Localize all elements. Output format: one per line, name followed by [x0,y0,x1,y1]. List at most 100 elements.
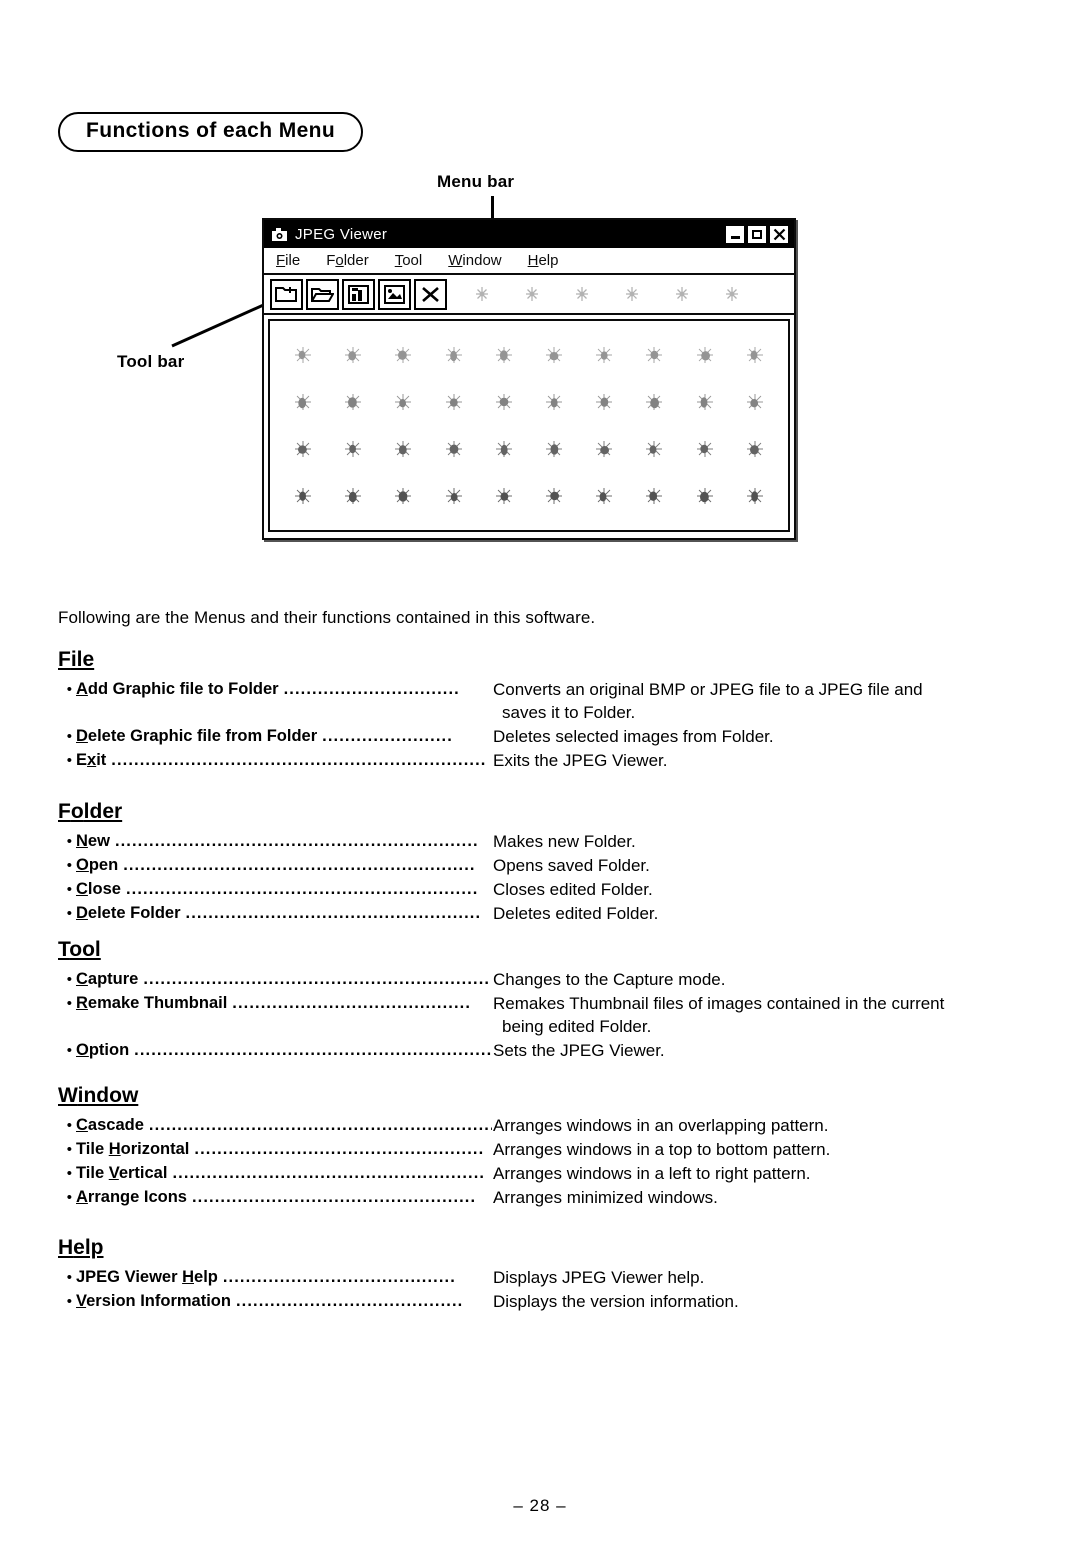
thumbnail-item[interactable] [494,392,514,412]
thumbnail-item[interactable] [594,486,614,506]
menu-entry: • Delete Folder..........................… [50,902,1030,925]
menu-entry-description: Arranges windows in a top to bottom patt… [493,1140,831,1159]
menu-entry-label: Tile Vertical [76,1164,168,1182]
menu-entry-label-col: Capture.................................… [72,968,492,991]
section-tool: Tool • Capture............................… [50,938,1030,1062]
thumbnail-item[interactable] [644,392,664,412]
menu-entry-label-col: Delete Graphic file from Folder.........… [72,725,492,748]
menu-entry-label: Capture [76,970,139,988]
ghost-icon [526,287,538,301]
bullet-icon: • [66,728,72,745]
thumbnail-item[interactable] [293,392,313,412]
tool-bar[interactable] [264,275,794,315]
toolbar-ghost-icons [474,286,794,302]
menu-entry: • Open...................................… [50,854,1030,877]
thumbnail-item[interactable] [444,486,464,506]
capture-icon[interactable] [378,278,411,310]
thumbnail-item[interactable] [695,345,715,365]
menu-entry: • Tile Vertical..........................… [50,1162,1030,1185]
menu-entry-label: Delete Folder [76,904,181,922]
thumbnail-item[interactable] [494,345,514,365]
thumbnail-item[interactable] [393,486,413,506]
menu-item-help[interactable]: Help [528,252,559,269]
new-folder-icon[interactable] [270,278,303,310]
leader-dots: ........................................ [235,1292,464,1310]
thumbnail-item[interactable] [343,439,363,459]
thumbnail-item[interactable] [594,439,614,459]
add-graphic-icon[interactable] [342,278,375,310]
menu-item-window[interactable]: Window [448,252,501,269]
camera-icon [271,226,288,243]
thumbnail-item[interactable] [494,439,514,459]
thumbnail-item[interactable] [444,439,464,459]
thumbnail-item[interactable] [644,345,664,365]
menu-item-file[interactable]: File [276,252,300,269]
thumbnail-item[interactable] [544,392,564,412]
thumbnail-item[interactable] [293,439,313,459]
menu-entry-label: Open [76,856,119,874]
thumbnail-item[interactable] [594,392,614,412]
bullet-icon: • [66,1269,72,1286]
bullet-icon: • [66,1189,72,1206]
thumbnail-item[interactable] [745,486,765,506]
menu-entry-description: Converts an original BMP or JPEG file to… [493,680,923,699]
close-button[interactable] [769,224,789,244]
menu-entry-description: Sets the JPEG Viewer. [493,1041,665,1060]
bullet-icon: • [66,1165,72,1182]
thumbnail-item[interactable] [544,439,564,459]
menu-entry-label: Close [76,880,121,898]
window-controls [725,224,789,244]
menu-entry-label: Option [76,1041,130,1059]
menu-entry-label-col: Add Graphic file to Folder..............… [72,678,492,701]
menu-entry-label-col: Delete Folder...........................… [72,902,492,925]
thumbnail-item[interactable] [293,486,313,506]
menu-item-folder[interactable]: Folder [326,252,369,269]
section-help: Help • JPEG Viewer Help...................… [50,1236,1030,1313]
thumbnail-item[interactable] [544,486,564,506]
delete-icon[interactable] [414,278,447,310]
thumbnail-item[interactable] [644,439,664,459]
menu-entry-label-col: Close...................................… [72,878,492,901]
thumbnail-item[interactable] [695,439,715,459]
menu-entry: • Close..................................… [50,878,1030,901]
thumbnail-item[interactable] [393,439,413,459]
thumbnail-item[interactable] [343,345,363,365]
menu-bar[interactable]: File Folder Tool Window Help [264,248,794,275]
minimize-button[interactable] [725,224,745,244]
thumbnail-item[interactable] [745,392,765,412]
thumbnail-item[interactable] [494,486,514,506]
thumbnail-item[interactable] [393,345,413,365]
thumbnail-item[interactable] [444,345,464,365]
section-heading-window: Window [58,1084,139,1107]
menu-entry-description: Arranges windows in an overlapping patte… [493,1116,829,1135]
menu-entry: • Capture................................… [50,968,1030,991]
thumbnail-item[interactable] [644,486,664,506]
menu-entry-label-col: Tile Horizontal.........................… [72,1138,492,1161]
thumbnail-item[interactable] [393,392,413,412]
window-titlebar: JPEG Viewer [264,220,794,248]
thumbnail-item[interactable] [343,486,363,506]
menu-item-tool[interactable]: Tool [395,252,423,269]
thumbnail-item[interactable] [695,392,715,412]
page-number: – 28 – [513,1496,567,1515]
leader-dots: ........................................… [172,1164,486,1182]
thumbnail-item[interactable] [293,345,313,365]
maximize-button[interactable] [747,224,767,244]
menu-entry-label: Tile Horizontal [76,1140,190,1158]
thumbnail-item[interactable] [695,486,715,506]
thumbnail-item[interactable] [594,345,614,365]
open-folder-icon[interactable] [306,278,339,310]
thumbnail-item[interactable] [444,392,464,412]
menu-entry-label: Remake Thumbnail [76,994,228,1012]
menu-entry-label: Cascade [76,1116,144,1134]
thumbnail-item[interactable] [745,345,765,365]
thumbnail-item[interactable] [544,345,564,365]
thumbnail-grid[interactable] [268,319,790,532]
thumbnail-item[interactable] [745,439,765,459]
thumbnail-item[interactable] [343,392,363,412]
ghost-icon [726,287,738,301]
menu-entry-description: Arranges windows in a left to right patt… [493,1164,811,1183]
menu-entry-description: Makes new Folder. [493,832,636,851]
leader-dots: ........................................… [194,1140,485,1158]
intro-paragraph: Following are the Menus and their functi… [58,608,596,627]
